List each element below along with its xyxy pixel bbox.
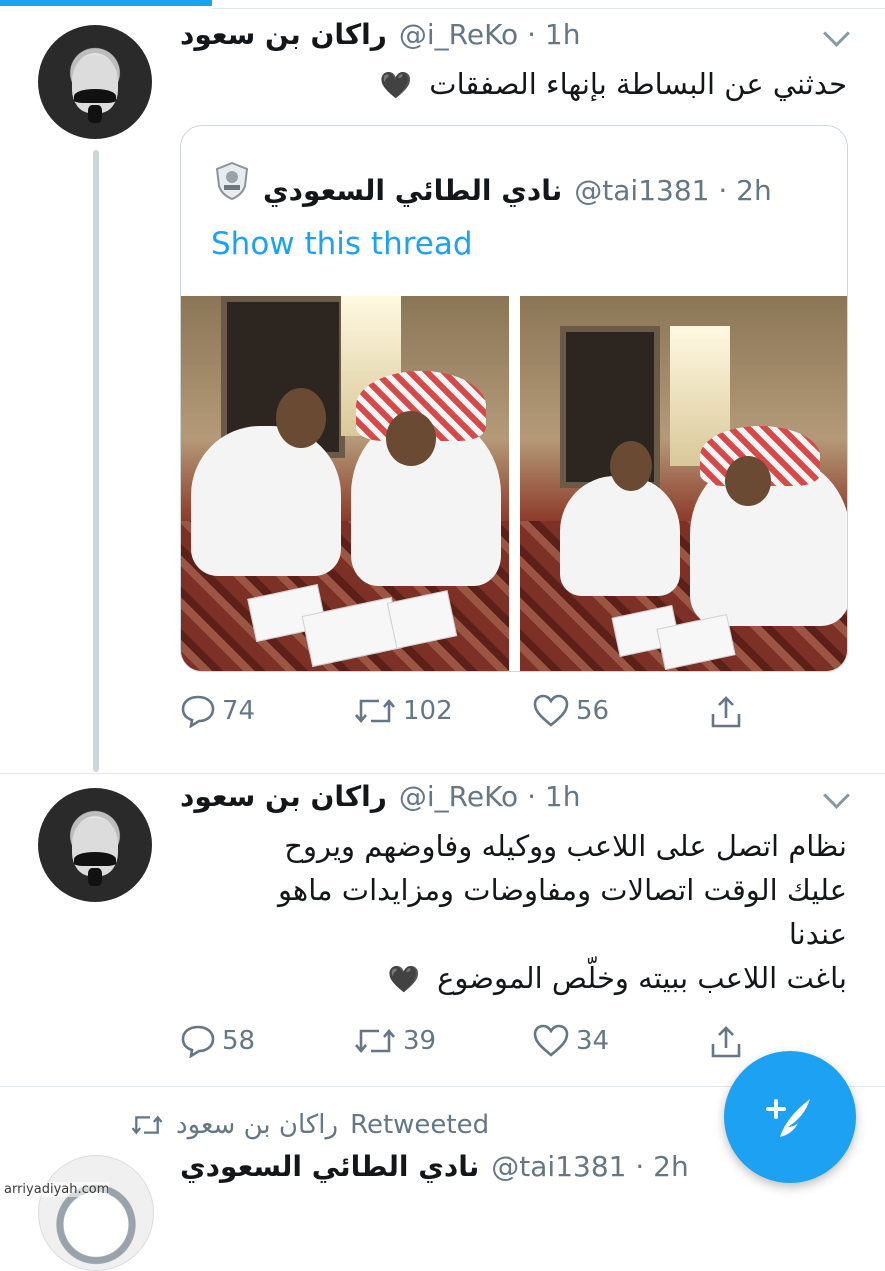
- display-name[interactable]: راكان بن سعود: [180, 780, 387, 813]
- tweet-line: نظام اتصل على اللاعب ووكيله وفاوضهم ويرو…: [284, 829, 847, 863]
- tweet-text: حدثني عن البساطة بإنهاء الصفقات 🖤: [380, 62, 847, 108]
- quoted-display-name[interactable]: نادي الطائي السعودي: [263, 174, 562, 207]
- top-divider: [212, 8, 885, 9]
- compose-tweet-button[interactable]: [724, 1051, 856, 1183]
- site-watermark: arriyadiyah.com: [4, 1182, 110, 1197]
- retweet-count: 102: [403, 696, 453, 726]
- reply-icon: [181, 1025, 215, 1058]
- reply-count: 58: [222, 1026, 256, 1056]
- retweet-icon: [355, 698, 395, 724]
- tweet-text: نظام اتصل على اللاعب ووكيله وفاوضهم ويرو…: [278, 824, 847, 1002]
- retweet-count: 39: [403, 1026, 437, 1056]
- reply-count: 74: [222, 696, 256, 726]
- avatar[interactable]: [38, 25, 152, 139]
- tweet-divider: [0, 773, 885, 774]
- tweet-line: عندنا: [788, 917, 847, 951]
- show-thread-link[interactable]: Show this thread: [211, 226, 473, 262]
- share-icon: [711, 1026, 741, 1058]
- tweet-header: نادي الطائي السعودي @tai1381 · 2h: [180, 1150, 689, 1183]
- avatar[interactable]: [38, 788, 152, 902]
- heart-icon: [533, 694, 569, 727]
- display-name[interactable]: راكان بن سعود: [180, 18, 387, 51]
- reply-button[interactable]: 74: [180, 694, 255, 728]
- quoted-handle-and-time[interactable]: @tai1381 · 2h: [574, 174, 771, 207]
- tweet-actions: 74 102 56: [180, 694, 760, 734]
- handle-and-time[interactable]: @i_ReKo · 1h: [399, 18, 581, 51]
- like-count: 34: [576, 1026, 610, 1056]
- retweet-button[interactable]: 39: [353, 1024, 436, 1058]
- tweet-header: راكان بن سعود @i_ReKo · 1h: [180, 780, 580, 813]
- retweeted-label: Retweeted: [350, 1110, 490, 1140]
- black-heart-emoji: 🖤: [387, 965, 420, 995]
- tweet-line: عليك الوقت اتصالات ومفاوضات ومزايدات ماه…: [277, 873, 847, 907]
- retweet-icon: [355, 1028, 395, 1054]
- like-button[interactable]: 56: [532, 694, 609, 728]
- tweet-photo[interactable]: [181, 296, 509, 671]
- compose-tweet-icon: [766, 1099, 810, 1137]
- like-count: 56: [576, 696, 610, 726]
- black-heart-emoji: 🖤: [379, 71, 413, 101]
- retweeted-by-name[interactable]: راكان بن سعود: [176, 1110, 338, 1140]
- club-crest-icon: [215, 161, 249, 201]
- tweet-line: باغت اللاعب ببيته وخلّص الموضوع 🖤: [278, 956, 847, 1002]
- tweet-line-text: باغت اللاعب ببيته وخلّص الموضوع: [437, 961, 847, 995]
- retweet-button[interactable]: 102: [353, 694, 453, 728]
- thread-connector-line: [93, 150, 99, 772]
- tweet-body: حدثني عن البساطة بإنهاء الصفقات: [429, 67, 847, 101]
- reply-button[interactable]: 58: [180, 1024, 255, 1058]
- heart-icon: [533, 1024, 569, 1057]
- share-button[interactable]: [708, 1024, 744, 1060]
- quoted-tweet-card[interactable]: نادي الطائي السعودي @tai1381 · 2h Show t…: [180, 125, 848, 672]
- tweet-actions: 58 39 34: [180, 1024, 760, 1064]
- tweet-photo[interactable]: [520, 296, 847, 671]
- chevron-down-icon[interactable]: [823, 782, 850, 809]
- share-icon: [711, 696, 741, 728]
- avatar[interactable]: [38, 1155, 154, 1271]
- handle-and-time[interactable]: @i_ReKo · 1h: [399, 780, 581, 813]
- reply-icon: [181, 695, 215, 728]
- handle-and-time[interactable]: @tai1381 · 2h: [491, 1150, 688, 1183]
- retweet-icon: [131, 1115, 163, 1135]
- retweeted-by-line: راكان بن سعود Retweeted: [130, 1110, 489, 1140]
- share-button[interactable]: [708, 694, 744, 730]
- tweet-header: راكان بن سعود @i_ReKo · 1h: [180, 18, 580, 51]
- active-tab-indicator: [0, 0, 212, 6]
- display-name[interactable]: نادي الطائي السعودي: [180, 1150, 479, 1183]
- like-button[interactable]: 34: [532, 1024, 609, 1058]
- quoted-tweet-header: نادي الطائي السعودي @tai1381 · 2h: [215, 161, 772, 207]
- chevron-down-icon[interactable]: [823, 20, 850, 47]
